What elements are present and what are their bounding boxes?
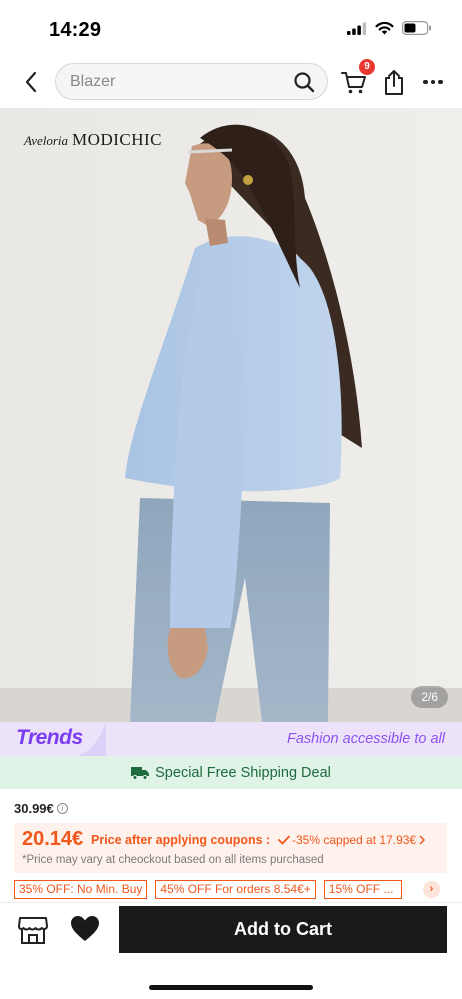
- promo-tag[interactable]: 15% OFF ...: [323, 880, 402, 899]
- promo-tag[interactable]: 45% OFF For orders 8.54€+: [155, 880, 316, 899]
- shipping-text: Special Free Shipping Deal: [155, 764, 331, 781]
- coupon-detail: -35% capped at 17.93€: [278, 833, 426, 847]
- home-indicator: [149, 985, 313, 990]
- store-icon[interactable]: [17, 915, 49, 945]
- brand-logo: Aveloria MODICHIC: [24, 130, 162, 150]
- coupon-price-box[interactable]: 20.14€ Price after applying coupons : -3…: [14, 823, 447, 873]
- trends-logo: Trends: [16, 726, 83, 749]
- battery-icon: [402, 21, 431, 35]
- info-icon[interactable]: i: [56, 803, 68, 814]
- cart-count-badge: 9: [359, 59, 375, 75]
- promo-more-chevron-icon[interactable]: ›: [423, 881, 440, 898]
- nav-bar: Blazer 9: [0, 56, 462, 108]
- bottom-action-bar: Add to Cart: [0, 902, 462, 999]
- status-bar: 14:29: [0, 0, 462, 56]
- status-time: 14:29: [49, 19, 102, 41]
- price-note: *Price may vary at cheockout based on al…: [22, 854, 324, 866]
- coupon-detail-text: -35% capped at 17.93€: [292, 833, 417, 847]
- promo-tags: 35% OFF: No Min. Buy 45% OFF For orders …: [14, 880, 454, 899]
- product-photo: [0, 108, 462, 722]
- search-icon[interactable]: [293, 71, 315, 93]
- checkmark-icon: [278, 835, 290, 845]
- trends-tagline: Fashion accessible to all: [287, 731, 445, 747]
- promo-tag[interactable]: 35% OFF: No Min. Buy: [14, 880, 148, 899]
- status-icons: [347, 21, 432, 35]
- add-to-cart-button[interactable]: Add to Cart: [119, 906, 447, 953]
- truck-icon: [131, 766, 150, 780]
- search-placeholder: Blazer: [70, 73, 116, 90]
- heart-icon[interactable]: [70, 915, 100, 943]
- trends-banner[interactable]: Trends Fashion accessible to all: [0, 722, 462, 756]
- original-price: 30.99€ i: [14, 801, 68, 816]
- chevron-right-icon: [419, 835, 426, 845]
- more-icon[interactable]: [420, 68, 446, 96]
- back-chevron-icon: [25, 71, 37, 93]
- shipping-banner[interactable]: Special Free Shipping Deal: [0, 756, 462, 789]
- wifi-icon: [375, 21, 394, 35]
- brand-prefix: Aveloria: [24, 133, 69, 148]
- share-icon[interactable]: [382, 68, 406, 96]
- image-counter: 2/6: [411, 686, 448, 708]
- discounted-price: 20.14€: [22, 828, 84, 850]
- search-input[interactable]: Blazer: [55, 63, 328, 100]
- back-button[interactable]: [18, 68, 44, 96]
- coupon-label: Price after applying coupons :: [91, 833, 271, 847]
- original-price-value: 30.99€: [14, 801, 54, 816]
- product-image[interactable]: Aveloria MODICHIC 2/6: [0, 108, 462, 722]
- cellular-signal-icon: [347, 22, 367, 35]
- brand-name: MODICHIC: [72, 130, 162, 149]
